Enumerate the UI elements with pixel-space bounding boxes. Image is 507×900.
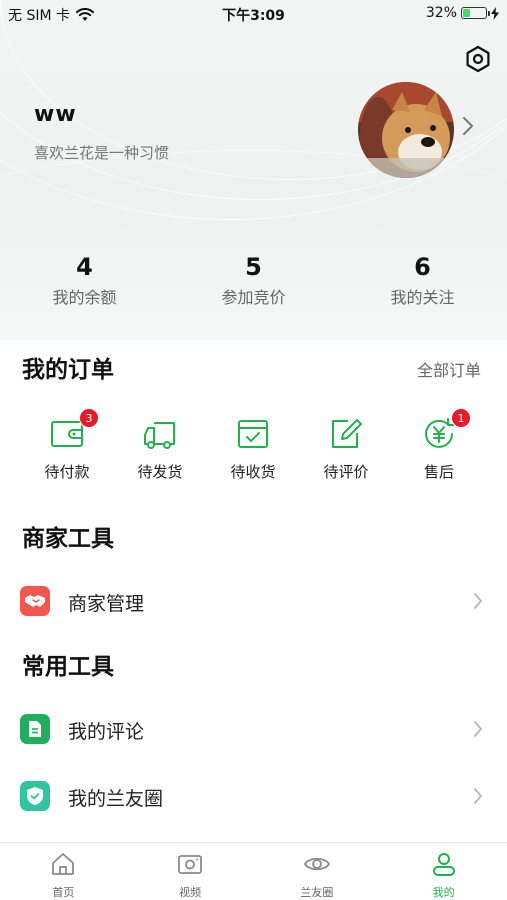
order-label: 待收货 [230,463,276,481]
chevron-right-icon [474,721,482,737]
stat-label: 我的余额 [52,288,117,307]
order-label: 待评价 [323,463,369,481]
document-icon [20,714,50,744]
tab-mine[interactable]: 我的 [380,843,507,900]
list-item-label: 商家管理 [68,593,145,615]
gear-icon [466,45,490,73]
status-bar: 无 SIM 卡 下午3:09 32% [0,0,507,28]
stat-value: 4 [76,253,93,281]
eye-icon [303,857,330,871]
tab-video[interactable]: 视频 [127,843,254,900]
charging-icon [491,6,499,20]
tab-circle[interactable]: 兰友圈 [254,843,381,900]
tab-home[interactable]: 首页 [0,843,127,900]
order-badge: 1 [451,408,471,428]
stat-bidding[interactable]: 5 参加竞价 [169,252,338,312]
edit-icon [332,419,362,448]
list-item-label: 我的兰友圈 [68,788,164,810]
settings-button[interactable] [463,44,493,74]
stat-following[interactable]: 6 我的关注 [338,252,507,312]
order-label: 售后 [423,463,454,481]
common-tools-title: 常用工具 [22,654,114,680]
profile-chevron-icon[interactable] [462,116,474,136]
stat-value: 6 [414,253,431,281]
list-item-my-comments[interactable]: 我的评论 [0,704,507,754]
tab-label: 我的 [432,886,455,899]
tab-label: 首页 [52,886,75,899]
user-bio: 喜欢兰花是一种习惯 [34,144,170,162]
tab-label: 兰友圈 [300,886,334,899]
list-item-my-circle[interactable]: 我的兰友圈 [0,771,507,821]
tab-label: 视频 [179,886,202,899]
video-icon [178,855,203,874]
merchant-tools-title: 商家工具 [22,526,114,552]
order-label: 待发货 [137,463,183,481]
order-pending-review[interactable]: 待评价 [300,416,392,482]
chevron-right-icon [474,788,482,804]
stats-row: 4 我的余额 5 参加竞价 6 我的关注 [0,252,507,312]
stat-balance[interactable]: 4 我的余额 [0,252,169,312]
chevron-right-icon [474,593,482,609]
package-icon [238,420,268,448]
list-item-merchant-management[interactable]: 商家管理 [0,576,507,626]
bottom-tab-bar: 首页 视频 兰友圈 我的 [0,842,507,900]
order-label: 待付款 [44,463,90,481]
handshake-icon [20,586,50,616]
order-pending-receipt[interactable]: 待收货 [207,416,299,482]
stat-label: 参加竞价 [221,288,286,307]
order-pending-shipment[interactable]: 待发货 [114,416,206,482]
user-name: ww [34,102,77,127]
shield-check-icon [20,781,50,811]
truck-icon [144,422,175,449]
battery-icon [461,7,490,19]
stat-value: 5 [245,253,262,281]
order-pending-payment[interactable]: 3 待付款 [21,408,113,482]
orders-title: 我的订单 [22,357,114,383]
stat-label: 我的关注 [390,288,455,307]
user-icon [432,853,455,876]
order-after-sales[interactable]: 1 售后 [393,408,485,482]
order-badge: 3 [79,408,99,428]
all-orders-link[interactable]: 全部订单 [417,357,481,381]
avatar-image [358,82,454,178]
home-icon [52,853,75,875]
avatar[interactable] [358,82,454,178]
list-item-label: 我的评论 [68,721,145,743]
battery-percent: 32% [425,5,457,21]
